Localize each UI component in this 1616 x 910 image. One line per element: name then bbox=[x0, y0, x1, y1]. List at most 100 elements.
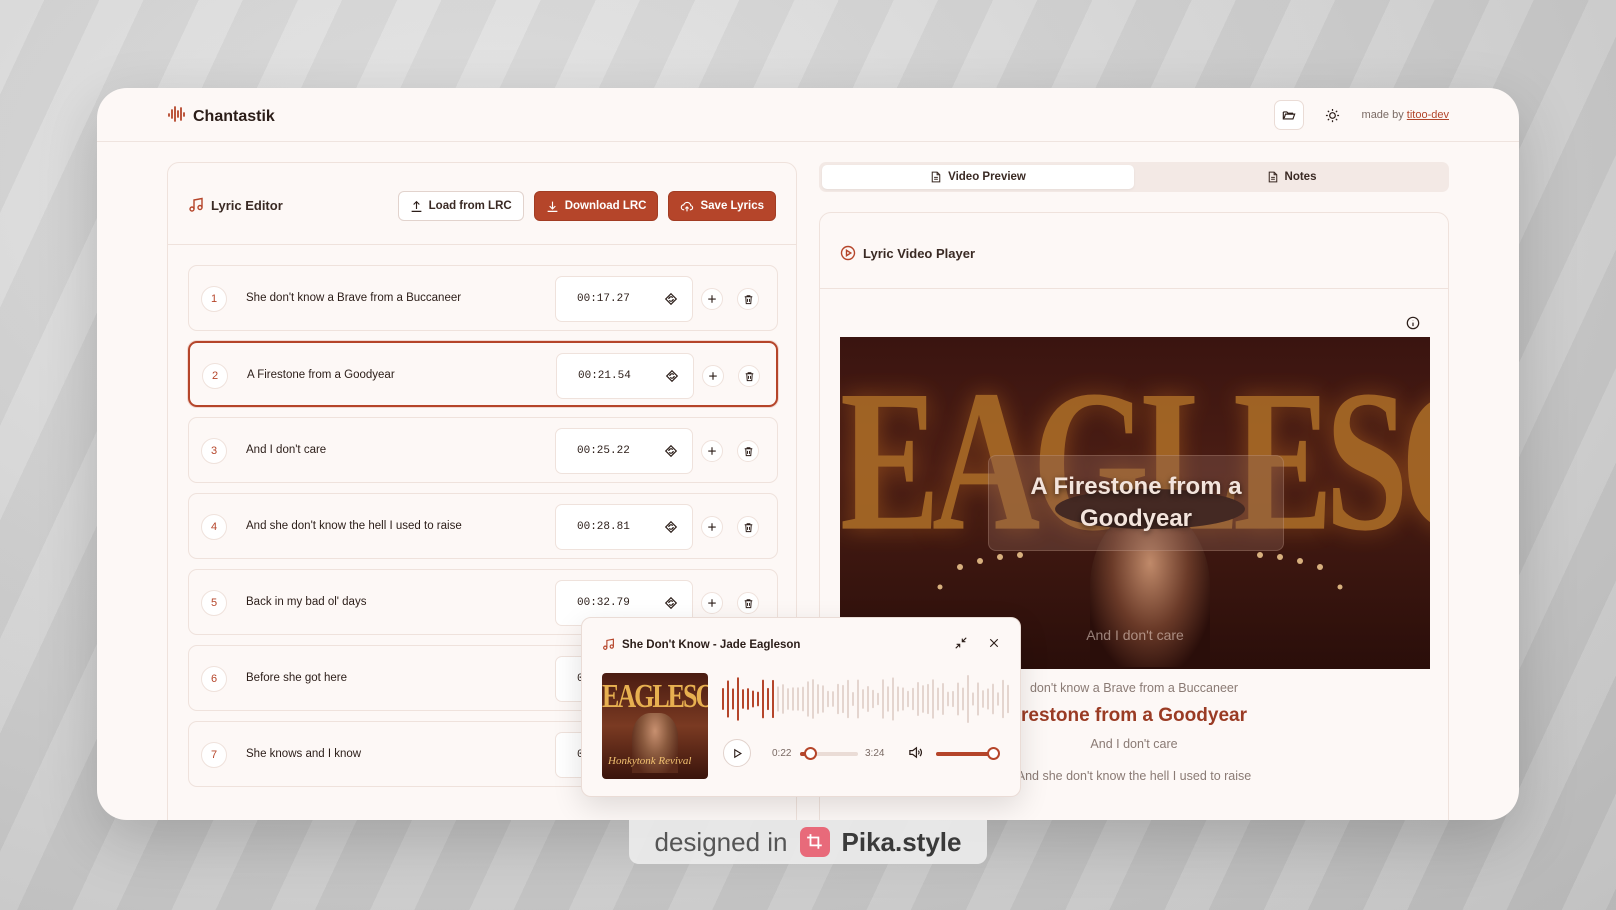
lyric-text[interactable]: She don't know a Brave from a Buccaneer bbox=[246, 292, 461, 304]
delete-line-button[interactable] bbox=[737, 288, 759, 310]
play-button[interactable] bbox=[723, 739, 751, 767]
tab-video-preview-label: Video Preview bbox=[948, 171, 1026, 183]
music-note-icon bbox=[189, 197, 203, 212]
waveform-bar bbox=[932, 679, 934, 719]
close-icon bbox=[989, 638, 999, 648]
editor-header: Lyric Editor Load from LRC Download LRC … bbox=[168, 163, 796, 245]
seek-handle[interactable] bbox=[804, 747, 818, 760]
editor-title: Lyric Editor bbox=[188, 197, 283, 213]
line-number: 7 bbox=[201, 742, 227, 768]
watermark-prefix: designed in bbox=[654, 826, 788, 857]
lyric-text[interactable]: A Firestone from a Goodyear bbox=[247, 369, 395, 381]
top-bar: Chantastik made by titoo-dev bbox=[97, 88, 1519, 142]
lyric-text[interactable]: And she don't know the hell I used to ra… bbox=[246, 520, 462, 532]
delete-line-button[interactable] bbox=[737, 592, 759, 614]
plus-icon bbox=[708, 295, 716, 303]
delete-line-button[interactable] bbox=[738, 365, 760, 387]
plus-icon bbox=[709, 372, 717, 380]
download-icon bbox=[547, 201, 558, 212]
audio-waveform[interactable] bbox=[722, 674, 1012, 724]
app-brand[interactable]: Chantastik bbox=[167, 104, 275, 129]
timestamp-field[interactable]: 00:21.54 bbox=[556, 353, 694, 399]
timestamp-value: 00:25.22 bbox=[577, 445, 630, 457]
lyric-line-row[interactable]: 3 And I don't care 00:25.22 bbox=[188, 417, 778, 483]
editor-title-label: Lyric Editor bbox=[211, 197, 283, 213]
open-folder-button[interactable] bbox=[1273, 100, 1304, 130]
waveform-bar bbox=[882, 679, 884, 719]
save-lyrics-button[interactable]: Save Lyrics bbox=[668, 191, 776, 221]
timestamp-value: 00:21.54 bbox=[578, 370, 631, 382]
lyric-text[interactable]: She knows and I know bbox=[246, 748, 361, 760]
waveform-bar bbox=[957, 682, 959, 716]
waveform-bar bbox=[827, 690, 829, 708]
theme-toggle-button[interactable] bbox=[1318, 100, 1348, 130]
waveform-bar bbox=[732, 688, 734, 710]
waveform-bar bbox=[887, 686, 889, 712]
trash-icon bbox=[744, 294, 752, 304]
sync-time-button[interactable] bbox=[665, 369, 679, 388]
volume-level bbox=[936, 752, 993, 756]
waveform-bar bbox=[892, 677, 894, 721]
sync-icon bbox=[665, 369, 679, 383]
timestamp-field[interactable]: 00:17.27 bbox=[555, 276, 693, 322]
seek-slider[interactable] bbox=[800, 747, 858, 760]
close-player-button[interactable] bbox=[988, 636, 1000, 654]
download-lrc-button[interactable]: Download LRC bbox=[533, 191, 659, 221]
delete-line-button[interactable] bbox=[737, 440, 759, 462]
tab-video-preview[interactable]: Video Preview bbox=[822, 165, 1134, 189]
mini-player-title: She Don't Know - Jade Eagleson bbox=[602, 638, 800, 651]
timestamp-field[interactable]: 00:25.22 bbox=[555, 428, 693, 474]
lyric-text[interactable]: Back in my bad ol' days bbox=[246, 596, 366, 608]
line-number: 3 bbox=[201, 438, 227, 464]
trash-icon bbox=[744, 522, 752, 532]
sync-time-button[interactable] bbox=[664, 596, 678, 615]
volume-slider[interactable] bbox=[936, 747, 1000, 760]
waveform-bar bbox=[972, 692, 974, 706]
volume-handle[interactable] bbox=[987, 747, 1000, 760]
lyric-text[interactable]: Before she got here bbox=[246, 672, 347, 684]
add-line-button[interactable] bbox=[702, 365, 724, 387]
delete-line-button[interactable] bbox=[737, 516, 759, 538]
album-cover: EAGLESON Honkytonk Revival bbox=[602, 673, 708, 779]
cloud-upload-icon bbox=[681, 201, 694, 211]
timestamp-value: 00:17.27 bbox=[577, 293, 630, 305]
waveform-bar bbox=[1002, 679, 1004, 719]
waveform-bar bbox=[777, 686, 779, 712]
duration: 3:24 bbox=[865, 748, 885, 759]
waveform-bar bbox=[942, 682, 944, 716]
lyric-line-row[interactable]: 4 And she don't know the hell I used to r… bbox=[188, 493, 778, 559]
plus-icon bbox=[708, 447, 716, 455]
add-line-button[interactable] bbox=[701, 592, 723, 614]
waveform-bar bbox=[922, 685, 924, 713]
lyric-text[interactable]: And I don't care bbox=[246, 444, 326, 456]
lyric-line-row[interactable]: 1 She don't know a Brave from a Buccaneer… bbox=[188, 265, 778, 331]
player-header: Lyric Video Player bbox=[820, 213, 1448, 289]
lyric-line-row[interactable]: 2 A Firestone from a Goodyear 00:21.54 bbox=[188, 341, 778, 407]
music-note-icon bbox=[603, 638, 614, 650]
timestamp-value: 00:32.79 bbox=[577, 597, 630, 609]
waveform-bar bbox=[742, 689, 744, 709]
waveform-bar bbox=[912, 687, 914, 711]
author-link[interactable]: titoo-dev bbox=[1407, 109, 1449, 121]
sync-time-button[interactable] bbox=[664, 292, 678, 311]
add-line-button[interactable] bbox=[701, 440, 723, 462]
load-from-lrc-button[interactable]: Load from LRC bbox=[397, 191, 524, 221]
waveform-bar bbox=[872, 689, 874, 709]
add-line-button[interactable] bbox=[701, 516, 723, 538]
waveform-bar bbox=[947, 691, 949, 707]
waveform-bar bbox=[787, 688, 789, 710]
waveform-bar bbox=[962, 687, 964, 711]
sync-time-button[interactable] bbox=[664, 444, 678, 463]
tab-notes[interactable]: Notes bbox=[1137, 165, 1446, 189]
volume-button[interactable] bbox=[908, 745, 923, 765]
add-line-button[interactable] bbox=[701, 288, 723, 310]
line-number: 4 bbox=[201, 514, 227, 540]
timestamp-field[interactable]: 00:28.81 bbox=[555, 504, 693, 550]
view-tabs: Video Preview Notes bbox=[819, 162, 1449, 192]
app-name: Chantastik bbox=[193, 107, 275, 125]
waveform-bar bbox=[812, 679, 814, 719]
info-button[interactable] bbox=[1406, 316, 1420, 335]
sync-time-button[interactable] bbox=[664, 520, 678, 539]
line-number: 1 bbox=[201, 286, 227, 312]
minimize-button[interactable] bbox=[954, 636, 968, 655]
